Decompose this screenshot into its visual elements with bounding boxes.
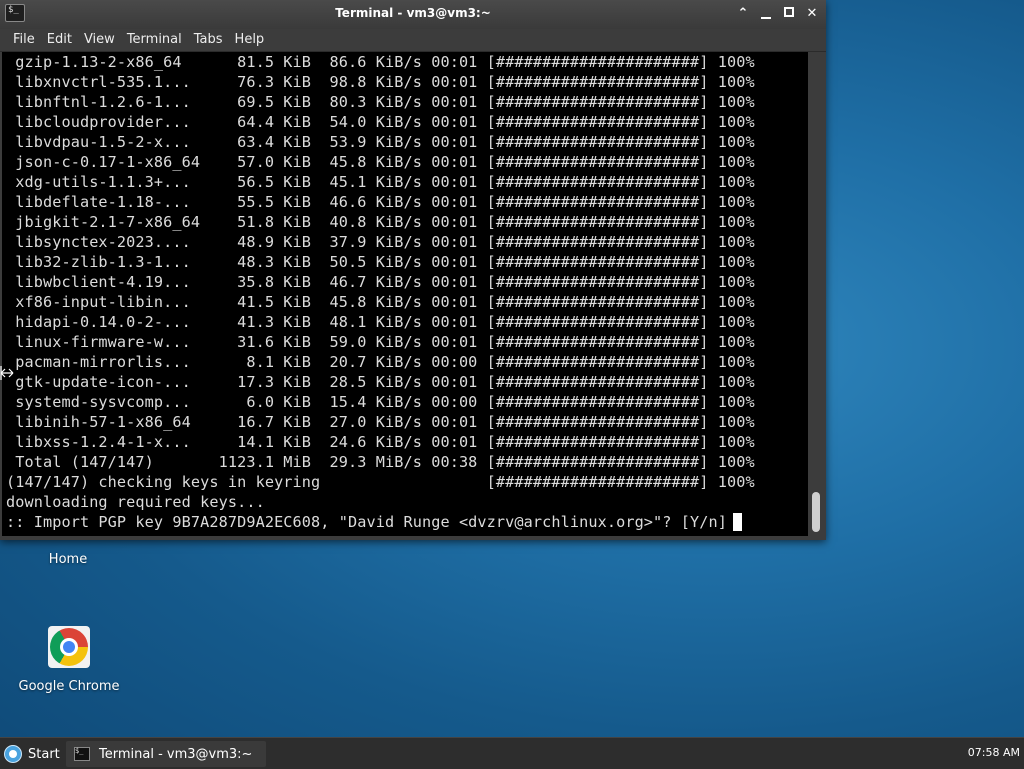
terminal-line: linux-firmware-w... 31.6 KiB 59.0 KiB/s …	[6, 333, 755, 351]
terminal-line: Total (147/147) 1123.1 MiB 29.3 MiB/s 00…	[6, 453, 755, 471]
terminal-line: libvdpau-1.5-2-x... 63.4 KiB 53.9 KiB/s …	[6, 133, 755, 151]
terminal-task-icon: $_	[74, 747, 90, 761]
terminal-cursor	[733, 513, 743, 531]
taskbar-item-label: Terminal - vm3@vm3:~	[99, 746, 253, 762]
start-button[interactable]: Start	[4, 743, 60, 765]
start-label: Start	[28, 746, 60, 762]
window-titlebar[interactable]: $_ Terminal - vm3@vm3:~ ⌃ ✕	[0, 0, 826, 29]
scrollbar-thumb[interactable]	[812, 492, 820, 532]
home-label: Home	[48, 552, 88, 567]
terminal-scrollbar[interactable]	[808, 52, 824, 536]
terminal-line: libxnvctrl-535.1... 76.3 KiB 98.8 KiB/s …	[6, 73, 755, 91]
menu-file[interactable]: File	[7, 29, 41, 51]
terminal-line: jbigkit-2.1-7-x86_64 51.8 KiB 40.8 KiB/s…	[6, 213, 755, 231]
terminal-line: libsynctex-2023.... 48.9 KiB 37.9 KiB/s …	[6, 233, 755, 251]
start-menu-icon	[4, 745, 22, 763]
terminal-prompt-line: :: Import PGP key 9B7A287D9A2EC608, "Dav…	[6, 512, 743, 532]
terminal-line: (147/147) checking keys in keyring [####…	[6, 473, 755, 491]
mouse-pointer-icon	[0, 366, 14, 380]
minimize-button[interactable]	[758, 6, 774, 22]
terminal-line: libxss-1.2.4-1-x... 14.1 KiB 24.6 KiB/s …	[6, 433, 755, 451]
clock[interactable]: 07:58 AM	[968, 746, 1020, 759]
google-chrome-label: Google Chrome	[18, 679, 120, 694]
desktop-icon-google-chrome[interactable]: Google Chrome	[9, 626, 129, 694]
menu-help[interactable]: Help	[229, 29, 271, 51]
menu-terminal[interactable]: Terminal	[121, 29, 188, 51]
terminal-line: xdg-utils-1.1.3+... 56.5 KiB 45.1 KiB/s …	[6, 173, 755, 191]
menu-tabs[interactable]: Tabs	[188, 29, 229, 51]
terminal-line: libnftnl-1.2.6-1... 69.5 KiB 80.3 KiB/s …	[6, 93, 755, 111]
terminal-window[interactable]: $_ Terminal - vm3@vm3:~ ⌃ ✕ File Edit Vi…	[0, 0, 826, 540]
close-button[interactable]: ✕	[804, 6, 820, 22]
chrome-icon	[48, 626, 90, 668]
terminal-line: json-c-0.17-1-x86_64 57.0 KiB 45.8 KiB/s…	[6, 153, 755, 171]
terminal-line: gzip-1.13-2-x86_64 81.5 KiB 86.6 KiB/s 0…	[6, 53, 755, 71]
menu-edit[interactable]: Edit	[41, 29, 78, 51]
terminal-line: libcloudprovider... 64.4 KiB 54.0 KiB/s …	[6, 113, 755, 131]
terminal-line: libwbclient-4.19... 35.8 KiB 46.7 KiB/s …	[6, 273, 755, 291]
maximize-button[interactable]	[784, 7, 794, 17]
terminal-output[interactable]: gzip-1.13-2-x86_64 81.5 KiB 86.6 KiB/s 0…	[2, 52, 808, 536]
terminal-line: systemd-sysvcomp... 6.0 KiB 15.4 KiB/s 0…	[6, 393, 755, 411]
menu-view[interactable]: View	[78, 29, 121, 51]
terminal-line: libdeflate-1.18-... 55.5 KiB 46.6 KiB/s …	[6, 193, 755, 211]
terminal-line: libinih-57-1-x86_64 16.7 KiB 27.0 KiB/s …	[6, 413, 755, 431]
terminal-line: pacman-mirrorlis... 8.1 KiB 20.7 KiB/s 0…	[6, 353, 755, 371]
terminal-line: xf86-input-libin... 41.5 KiB 45.8 KiB/s …	[6, 293, 755, 311]
terminal-line: hidapi-0.14.0-2-... 41.3 KiB 48.1 KiB/s …	[6, 313, 755, 331]
terminal-line: downloading required keys...	[6, 493, 265, 511]
menubar: File Edit View Terminal Tabs Help	[0, 29, 826, 52]
window-title: Terminal - vm3@vm3:~	[335, 6, 491, 20]
shade-window-button[interactable]: ⌃	[735, 6, 751, 22]
taskbar-item-terminal[interactable]: $_ Terminal - vm3@vm3:~	[66, 741, 266, 767]
pgp-import-prompt: :: Import PGP key 9B7A287D9A2EC608, "Dav…	[6, 513, 728, 531]
terminal-line: gtk-update-icon-... 17.3 KiB 28.5 KiB/s …	[6, 373, 755, 391]
taskbar: Start $_ Terminal - vm3@vm3:~ 07:58 AM	[0, 737, 1024, 769]
terminal-line: lib32-zlib-1.3-1... 48.3 KiB 50.5 KiB/s …	[6, 253, 755, 271]
